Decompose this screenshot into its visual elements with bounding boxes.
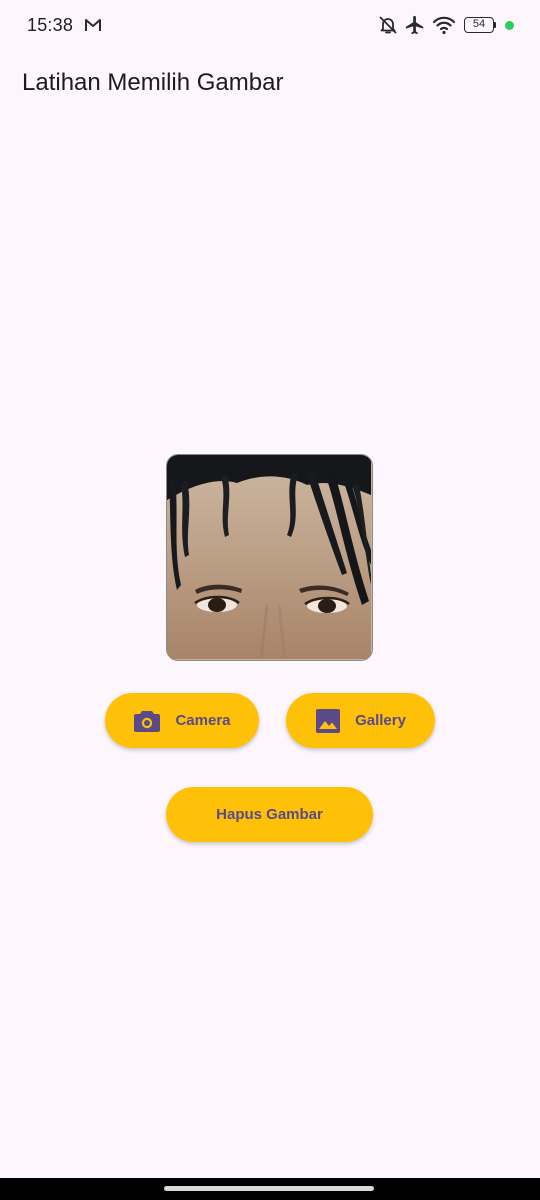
battery-icon: 54 (464, 17, 494, 33)
delete-image-button-label: Hapus Gambar (216, 806, 323, 823)
airplane-icon (405, 15, 424, 35)
privacy-indicator-dot (505, 21, 514, 30)
gallery-button-label: Gallery (355, 712, 406, 729)
bell-off-icon (379, 16, 397, 34)
battery-tip (494, 22, 496, 28)
selected-image-preview (166, 454, 373, 661)
page-title: Latihan Memilih Gambar (22, 69, 284, 96)
battery-level: 54 (472, 18, 486, 30)
camera-icon (134, 710, 161, 732)
delete-image-button[interactable]: Hapus Gambar (166, 787, 373, 842)
home-gesture-handle[interactable] (164, 1186, 374, 1191)
face-photo-illustration (167, 455, 371, 659)
gallery-button[interactable]: Gallery (286, 693, 435, 748)
image-icon (316, 708, 341, 733)
gmail-icon (85, 19, 101, 31)
status-time: 15:38 (27, 15, 74, 35)
status-bar: 15:38 54 (0, 0, 540, 52)
wifi-icon (432, 16, 456, 35)
camera-button[interactable]: Camera (105, 693, 259, 748)
camera-button-label: Camera (175, 712, 231, 729)
navigation-bar (0, 1178, 540, 1200)
